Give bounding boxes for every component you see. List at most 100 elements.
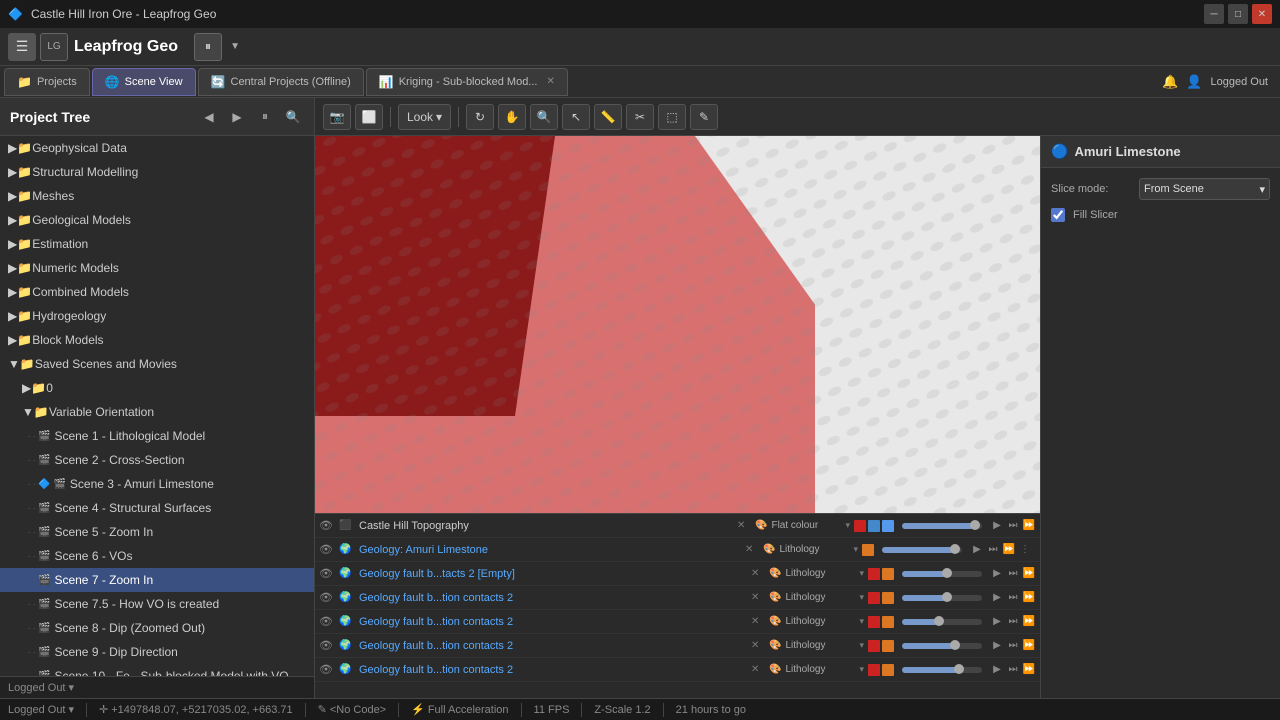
kriging-tab-close[interactable]: ✕: [546, 76, 554, 87]
f6-play[interactable]: ▶: [990, 663, 1004, 677]
s5r[interactable]: [868, 640, 880, 652]
sidebar-item-geo-models[interactable]: ▶ 📁 Geological Models: [0, 208, 314, 232]
fault5-close[interactable]: ✕: [751, 640, 765, 651]
fault2-close[interactable]: ✕: [751, 568, 765, 579]
sidebar-item-scene7[interactable]: · · 🎬 Scene 7 - Zoom In: [0, 568, 314, 592]
pause-button[interactable]: ⏸: [194, 33, 222, 61]
sidebar-item-hydro[interactable]: ▶ 📁 Hydrogeology: [0, 304, 314, 328]
rotate-tool[interactable]: ↻: [466, 104, 494, 130]
sidebar-item-scene9[interactable]: · · 🎬 Scene 9 - Dip Direction: [0, 640, 314, 664]
camera-button[interactable]: 📷: [323, 104, 351, 130]
fault2-thumb[interactable]: [942, 568, 952, 578]
swatch-red[interactable]: [854, 520, 866, 532]
amuri-skip[interactable]: ⏭: [986, 543, 1000, 557]
amuri-dropdown[interactable]: ▾: [853, 544, 858, 555]
f3-play[interactable]: ▶: [990, 591, 1004, 605]
sidebar-search-btn[interactable]: 🔍: [282, 106, 304, 128]
sidebar-item-saved-scenes[interactable]: ▼ 📁 Saved Scenes and Movies: [0, 352, 314, 376]
close-button[interactable]: ✕: [1252, 4, 1272, 24]
fault4-dropdown[interactable]: ▾: [859, 616, 864, 627]
scene-list-row-fault2[interactable]: 👁 🌍 Geology fault b...tacts 2 [Empty] ✕ …: [315, 562, 1040, 586]
measure-tool[interactable]: 📏: [594, 104, 622, 130]
fault5-dropdown[interactable]: ▾: [859, 640, 864, 651]
amuri-play[interactable]: ▶: [970, 543, 984, 557]
sidebar-item-geophysical[interactable]: ▶ 📁 Geophysical Data: [0, 136, 314, 160]
fault5-slider[interactable]: [902, 643, 982, 649]
sidebar-item-scene5[interactable]: · · 🎬 Scene 5 - Zoom In: [0, 520, 314, 544]
sidebar-item-scene10[interactable]: · · 🎬 Scene 10 - Fe - Sub-blocked Model …: [0, 664, 314, 676]
sidebar-item-scene1[interactable]: · · 🎬 Scene 1 - Lithological Model: [0, 424, 314, 448]
sidebar-item-structural[interactable]: ▶ 📁 Structural Modelling: [0, 160, 314, 184]
f4-play[interactable]: ▶: [990, 615, 1004, 629]
topo-dropdown[interactable]: ▾: [845, 520, 850, 531]
sidebar-item-folder-0[interactable]: ▶ 📁 0: [0, 376, 314, 400]
eye-fault3[interactable]: 👁: [319, 591, 335, 604]
sidebar-item-scene3[interactable]: · · 🔷 🎬 Scene 3 - Amuri Limestone: [0, 472, 314, 496]
amuri-slider[interactable]: [882, 547, 962, 553]
eye-fault2[interactable]: 👁: [319, 567, 335, 580]
fault2-slider[interactable]: [902, 571, 982, 577]
sidebar-item-scene6[interactable]: · · 🎬 Scene 6 - VOs: [0, 544, 314, 568]
tab-scene-view[interactable]: 🌐 Scene View: [92, 68, 196, 96]
topo-skip[interactable]: ⏭: [1006, 519, 1020, 533]
clip-tool[interactable]: ✂: [626, 104, 654, 130]
fault4-close[interactable]: ✕: [751, 616, 765, 627]
f3-skip[interactable]: ⏭: [1006, 591, 1020, 605]
scene-list-row-fault6[interactable]: 👁 🌍 Geology fault b...tion contacts 2 ✕ …: [315, 658, 1040, 682]
tab-projects[interactable]: 📁 Projects: [4, 68, 90, 96]
f6-end[interactable]: ⏩: [1022, 663, 1036, 677]
topo-end[interactable]: ⏩: [1022, 519, 1036, 533]
fill-slicer-checkbox[interactable]: [1051, 208, 1065, 222]
tab-kriging[interactable]: 📊 Kriging - Sub-blocked Mod... ✕: [366, 68, 568, 96]
s2r[interactable]: [868, 568, 880, 580]
scene-list-row-fault3[interactable]: 👁 🌍 Geology fault b...tion contacts 2 ✕ …: [315, 586, 1040, 610]
s3o[interactable]: [882, 592, 894, 604]
f2-skip[interactable]: ⏭: [1006, 567, 1020, 581]
logged-out-label[interactable]: Logged Out ▾: [8, 681, 74, 694]
fault6-dropdown[interactable]: ▾: [859, 664, 864, 675]
f5-play[interactable]: ▶: [990, 639, 1004, 653]
scene-list-row-fault5[interactable]: 👁 🌍 Geology fault b...tion contacts 2 ✕ …: [315, 634, 1040, 658]
f5-skip[interactable]: ⏭: [1006, 639, 1020, 653]
fault3-dropdown[interactable]: ▾: [859, 592, 864, 603]
eye-fault4[interactable]: 👁: [319, 615, 335, 628]
bell-icon[interactable]: 🔔: [1162, 74, 1178, 90]
s4r[interactable]: [868, 616, 880, 628]
fault3-thumb[interactable]: [942, 592, 952, 602]
scene-list-row-fault4[interactable]: 👁 🌍 Geology fault b...tion contacts 2 ✕ …: [315, 610, 1040, 634]
topo-slider-thumb[interactable]: [970, 520, 980, 530]
minimize-button[interactable]: ─: [1204, 4, 1224, 24]
swatch-blue2[interactable]: [882, 520, 894, 532]
f2-end[interactable]: ⏩: [1022, 567, 1036, 581]
s3r[interactable]: [868, 592, 880, 604]
amuri-end[interactable]: ⏩: [1002, 543, 1016, 557]
fault2-dropdown[interactable]: ▾: [859, 568, 864, 579]
tab-central-projects[interactable]: 🔄 Central Projects (Offline): [198, 68, 364, 96]
maximize-button[interactable]: □: [1228, 4, 1248, 24]
f2-play[interactable]: ▶: [990, 567, 1004, 581]
fault4-thumb[interactable]: [934, 616, 944, 626]
sidebar-pause-btn[interactable]: ⏸: [254, 106, 276, 128]
display-button[interactable]: ⬜: [355, 104, 383, 130]
fault3-close[interactable]: ✕: [751, 592, 765, 603]
slice-mode-dropdown[interactable]: From Scene ▾: [1139, 178, 1270, 200]
fault6-thumb[interactable]: [954, 664, 964, 674]
f3-end[interactable]: ⏩: [1022, 591, 1036, 605]
topo-close[interactable]: ✕: [737, 520, 751, 531]
fault4-slider[interactable]: [902, 619, 982, 625]
scene-list-row-topo[interactable]: 👁 ⬛ Castle Hill Topography ✕ 🎨 Flat colo…: [315, 514, 1040, 538]
scene-list-row-amuri[interactable]: 👁 🌍 Geology: Amuri Limestone ✕ 🎨 Litholo…: [315, 538, 1040, 562]
sidebar-item-block-models[interactable]: ▶ 📁 Block Models: [0, 328, 314, 352]
sidebar-item-scene2[interactable]: · · 🎬 Scene 2 - Cross-Section: [0, 448, 314, 472]
fault6-close[interactable]: ✕: [751, 664, 765, 675]
zoom-tool[interactable]: 🔍: [530, 104, 558, 130]
amuri-slider-thumb[interactable]: [950, 544, 960, 554]
slicer-tool[interactable]: ⬚: [658, 104, 686, 130]
fault5-thumb[interactable]: [950, 640, 960, 650]
eye-fault5[interactable]: 👁: [319, 639, 335, 652]
s6r[interactable]: [868, 664, 880, 676]
s2o[interactable]: [882, 568, 894, 580]
sidebar-item-estimation[interactable]: ▶ 📁 Estimation: [0, 232, 314, 256]
fault6-slider[interactable]: [902, 667, 982, 673]
select-tool[interactable]: ↖: [562, 104, 590, 130]
